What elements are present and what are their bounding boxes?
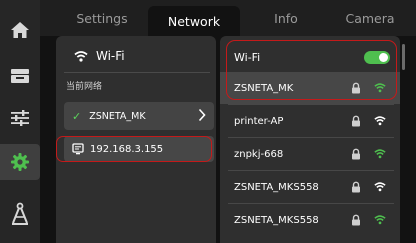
wifi-signal-icon (374, 182, 386, 192)
gear-icon (11, 153, 29, 171)
tab-bar: Settings Network Info Camera (40, 0, 416, 36)
lock-icon (352, 181, 360, 193)
sidebar-item-home[interactable] (0, 12, 40, 48)
network-row[interactable]: ZSNETA_MKS558 (220, 171, 400, 203)
network-name: znpkj-668 (234, 148, 284, 160)
wifi-status-header: Wi-Fi (74, 48, 125, 64)
network-row[interactable]: znpkj-668 (220, 138, 400, 170)
sidebar-item-settings[interactable] (0, 144, 40, 180)
wifi-signal-icon (374, 149, 386, 159)
current-network-name: ZSNETA_MK (89, 110, 146, 122)
lock-icon (352, 115, 360, 127)
sliders-icon (11, 110, 29, 126)
network-name: printer-AP (234, 115, 284, 127)
network-list-scrollbar[interactable] (402, 44, 405, 70)
current-network-row[interactable]: ✓ ZSNETA_MK (64, 102, 214, 130)
sidebar-item-tune[interactable] (0, 100, 40, 136)
calipers-icon (12, 202, 28, 225)
tab-settings[interactable]: Settings (56, 0, 148, 36)
check-icon: ✓ (72, 109, 82, 123)
ip-address-highlight (56, 136, 212, 162)
tab-info[interactable]: Info (240, 0, 332, 36)
chevron-right-icon (198, 108, 206, 122)
tab-camera[interactable]: Camera (324, 0, 416, 36)
wifi-icon (74, 51, 88, 62)
tab-network[interactable]: Network (148, 6, 240, 36)
wifi-signal-icon (374, 116, 386, 126)
wifi-selection-highlight (226, 40, 397, 100)
network-name: ZSNETA_MKS558 (234, 181, 319, 193)
wifi-signal-icon (374, 215, 386, 225)
sidebar (0, 0, 40, 243)
network-name: ZSNETA_MKS558 (234, 214, 319, 226)
divider (64, 72, 210, 73)
wifi-label: Wi-Fi (96, 49, 125, 63)
network-row[interactable]: ZSNETA_MKS558 (220, 204, 400, 236)
sidebar-item-calibrate[interactable] (0, 196, 40, 232)
lock-icon (352, 214, 360, 226)
network-row[interactable]: printer-AP (220, 105, 400, 137)
lock-icon (352, 148, 360, 160)
current-network-label: 当前网络 (66, 82, 103, 92)
printer-tray-icon (11, 69, 29, 83)
sidebar-item-print[interactable] (0, 58, 40, 94)
home-icon (11, 22, 29, 38)
